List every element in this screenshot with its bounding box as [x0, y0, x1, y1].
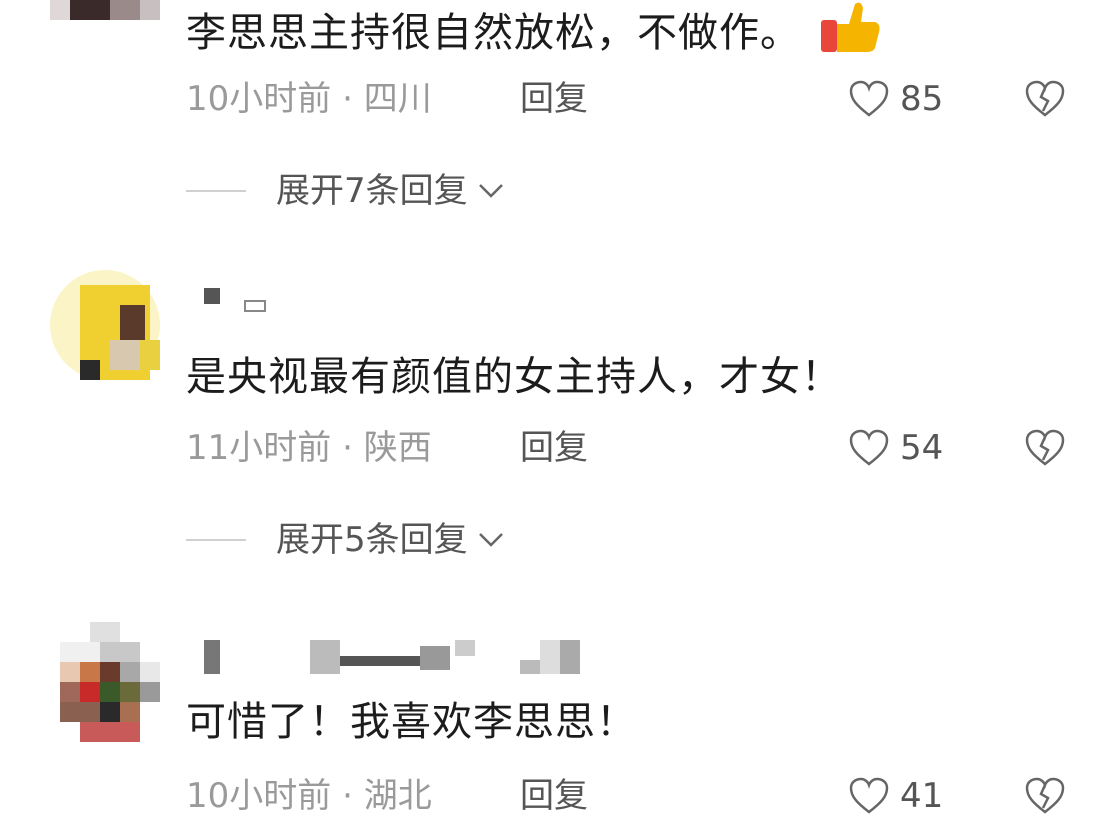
dislike-button[interactable]	[1024, 428, 1066, 472]
divider-line	[186, 539, 246, 541]
chevron-down-icon	[478, 533, 503, 547]
meta-separator: ·	[342, 776, 353, 816]
chevron-down-icon	[478, 184, 503, 198]
dislike-button[interactable]	[1024, 79, 1066, 123]
broken-heart-icon	[1025, 80, 1065, 117]
comment-time: 10小时前	[186, 776, 332, 816]
avatar[interactable]	[50, 622, 160, 744]
comment-time: 10小时前	[186, 79, 332, 119]
like-button[interactable]: 41	[848, 776, 943, 816]
comment-meta: 11小时前 · 陕西	[186, 428, 432, 468]
like-button[interactable]: 85	[848, 79, 943, 119]
broken-heart-icon	[1025, 777, 1065, 814]
heart-outline-icon	[849, 777, 889, 814]
meta-separator: ·	[342, 79, 353, 119]
expand-replies-label: 展开5条回复	[276, 520, 468, 560]
comment-time: 11小时前	[186, 428, 332, 468]
like-count: 54	[900, 428, 944, 468]
comment-meta: 10小时前 · 四川	[186, 79, 432, 119]
comment-text: 是央视最有颜值的女主持人，才女！	[186, 354, 842, 400]
thumbs-up-emoji	[820, 2, 880, 52]
meta-separator: ·	[342, 428, 353, 468]
comment-location: 湖北	[363, 776, 432, 816]
like-button[interactable]: 54	[848, 428, 943, 468]
comment-text: 可惜了！我喜欢李思思！	[186, 699, 637, 745]
comment-location: 陕西	[363, 428, 432, 468]
avatar[interactable]	[50, 0, 160, 30]
like-count: 85	[900, 79, 944, 119]
comment-text: 李思思主持很自然放松，不做作。	[186, 0, 881, 57]
heart-outline-icon	[849, 80, 889, 117]
expand-replies-button[interactable]: 展开5条回复	[186, 520, 506, 560]
expand-replies-button[interactable]: 展开7条回复	[186, 171, 506, 211]
avatar[interactable]	[50, 270, 160, 380]
comment-location: 四川	[363, 79, 432, 119]
reply-button[interactable]: 回复	[520, 428, 588, 468]
broken-heart-icon	[1025, 429, 1065, 466]
divider-line	[186, 190, 246, 192]
dislike-button[interactable]	[1024, 776, 1066, 820]
like-count: 41	[900, 776, 944, 816]
reply-button[interactable]: 回复	[520, 79, 588, 119]
comment-meta: 10小时前 · 湖北	[186, 776, 432, 816]
heart-outline-icon	[849, 429, 889, 466]
reply-button[interactable]: 回复	[520, 776, 588, 816]
expand-replies-label: 展开7条回复	[276, 171, 468, 211]
